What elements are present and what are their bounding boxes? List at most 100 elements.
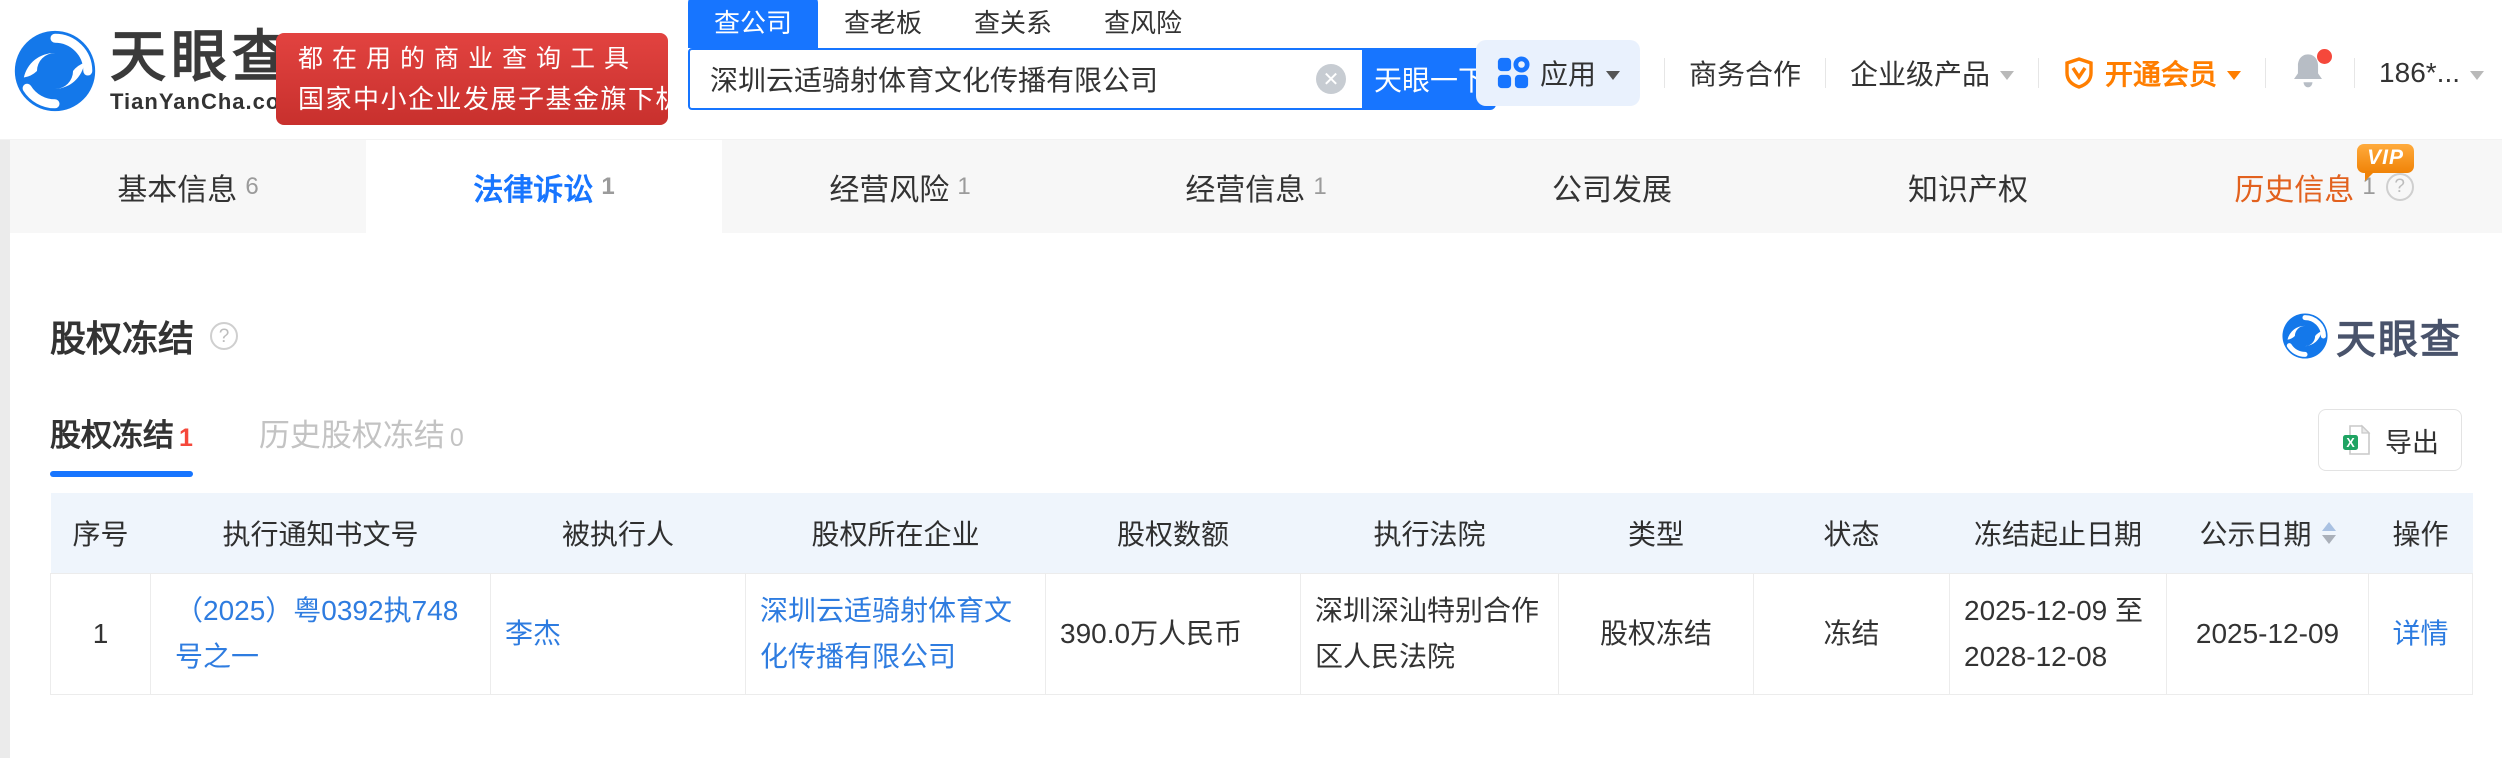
chevron-down-icon [1606,71,1620,80]
tab-history-info[interactable]: VIP 历史信息 1 ? [2146,140,2502,233]
tab-label: 基本信息 [117,165,237,209]
slogan-line1: 都在用的商业查询工具 [298,39,646,79]
col-action: 操作 [2369,493,2473,573]
divider [2354,58,2355,88]
tab-label: 经营风险 [829,165,949,209]
search-tab-risk[interactable]: 查风险 [1078,0,1208,48]
tab-basic-info[interactable]: 基本信息 6 [10,140,366,233]
executee-link[interactable]: 李杰 [505,618,561,649]
company-link[interactable]: 深圳云适骑射体育文化传播有限公司 [760,595,1012,672]
watermark-text: 天眼查 [2336,307,2462,365]
col-court: 执行法院 [1301,493,1559,573]
tianyancha-logo[interactable]: 天眼查 TianYanCha.com [14,28,301,115]
search-tabs: 查公司 查老板 查关系 查风险 [688,4,1496,48]
slogan-line2: 国家中小企业发展子基金旗下机构 [298,79,646,119]
col-amount: 股权数额 [1046,493,1301,573]
notification-dot [2317,49,2332,64]
vip-badge: VIP [2357,144,2414,173]
search-box: ✕ 天眼一下 [688,48,1496,110]
col-company: 股权所在企业 [746,493,1046,573]
divider [1664,58,1665,88]
page-gutter [0,140,10,758]
cell-period: 2025-12-09 至 2028-12-08 [1950,573,2167,694]
cell-company: 深圳云适骑射体育文化传播有限公司 [746,573,1046,694]
notice-no-link[interactable]: （2025）粤0392执748号之一 [175,595,458,672]
export-label: 导出 [2385,421,2439,460]
logo-swirl-icon [14,30,96,112]
cell-publish-date: 2025-12-09 [2167,573,2369,694]
subtab-label: 历史股权冻结 [259,418,445,453]
search-tab-company[interactable]: 查公司 [688,0,818,48]
section-title: 股权冻结 [50,310,194,362]
export-button[interactable]: X 导出 [2318,409,2462,471]
cell-notice-no: （2025）粤0392执748号之一 [151,573,491,694]
tab-count: 6 [245,173,258,201]
tab-count: 1 [957,173,970,201]
col-index: 序号 [51,493,151,573]
enterprise-products-menu[interactable]: 企业级产品 [1850,53,2014,93]
search-tab-relation[interactable]: 查关系 [948,0,1078,48]
subtab-count: 0 [450,424,464,452]
tab-label: 经营信息 [1185,165,1305,209]
tab-label: 知识产权 [1908,165,2028,209]
cell-executee: 李杰 [491,573,746,694]
logo-text: 天眼查 TianYanCha.com [110,28,301,115]
col-notice-no: 执行通知书文号 [151,493,491,573]
divider [1825,58,1826,88]
company-tabbar: 基本信息 6 法律诉讼 1 经营风险 1 经营信息 1 公司发展 知识产权 VI… [10,140,2502,233]
subtab-label: 股权冻结 [50,418,174,453]
chevron-down-icon [2227,71,2241,80]
section-toolbar: 股权冻结1 历史股权冻结0 X 导出 [50,409,2462,477]
search-input[interactable] [690,63,1316,95]
tab-count: 1 [601,173,614,201]
logo-brand: 天眼查 [110,28,301,87]
search-input-wrap: ✕ [688,48,1364,110]
cell-status: 冻结 [1754,573,1950,694]
open-member-label: 开通会员 [2105,53,2217,93]
site-header: 天眼查 TianYanCha.com 都在用的商业查询工具 国家中小企业发展子基… [0,0,2502,140]
tab-business-info[interactable]: 经营信息 1 [1078,140,1434,233]
col-publish-date-label: 公示日期 [2199,513,2311,553]
section-header: 股权冻结 ? 天眼查 [50,233,2462,365]
tab-label: 历史信息 [2234,165,2354,209]
cell-court: 深圳深汕特别合作区人民法院 [1301,573,1559,694]
tab-company-development[interactable]: 公司发展 [1434,140,1790,233]
tab-count: 1 [1313,173,1326,201]
col-status: 状态 [1754,493,1950,573]
cell-amount: 390.0万人民币 [1046,573,1301,694]
notifications-button[interactable] [2290,51,2330,95]
subtab-count: 1 [179,424,193,452]
account-phone: 186*... [2379,57,2460,89]
apps-button[interactable]: 应用 [1476,40,1640,106]
account-menu[interactable]: 186*... [2379,57,2484,89]
table-row: 1 （2025）粤0392执748号之一 李杰 深圳云适骑射体育文化传播有限公司… [51,573,2473,694]
open-member-menu[interactable]: 开通会员 [2063,53,2241,93]
cell-action: 详情 [2369,573,2473,694]
tab-operation-risk[interactable]: 经营风险 1 [722,140,1078,233]
help-icon[interactable]: ? [2386,173,2414,201]
clear-search-icon[interactable]: ✕ [1316,64,1346,94]
detail-link[interactable]: 详情 [2392,618,2448,649]
col-type: 类型 [1559,493,1754,573]
col-period: 冻结起止日期 [1950,493,2167,573]
help-icon[interactable]: ? [210,322,238,350]
business-coop-link[interactable]: 商务合作 [1689,53,1801,93]
search-tab-boss[interactable]: 查老板 [818,0,948,48]
sort-icon[interactable] [2322,522,2336,544]
subtab-history-equity-freeze[interactable]: 历史股权冻结0 [259,410,464,477]
col-publish-date: 公示日期 [2167,493,2369,573]
cell-type: 股权冻结 [1559,573,1754,694]
search-area: 查公司 查老板 查关系 查风险 ✕ 天眼一下 [688,4,1496,110]
tab-label: 法律诉讼 [473,165,593,209]
app-grid-icon [1496,56,1530,90]
table-header-row: 序号 执行通知书文号 被执行人 股权所在企业 股权数额 执行法院 类型 状态 冻… [51,493,2473,573]
tab-intellectual-property[interactable]: 知识产权 [1790,140,2146,233]
enterprise-products-label: 企业级产品 [1850,53,1990,93]
equity-freeze-card: 股权冻结 ? 天眼查 股权冻结1 历史股权冻结0 [10,233,2502,758]
svg-text:X: X [2346,436,2355,450]
tianyancha-page: 天眼查 TianYanCha.com 都在用的商业查询工具 国家中小企业发展子基… [0,0,2502,758]
equity-freeze-table: 序号 执行通知书文号 被执行人 股权所在企业 股权数额 执行法院 类型 状态 冻… [50,493,2473,695]
section-title-row: 股权冻结 ? [50,310,238,362]
tab-legal-proceedings[interactable]: 法律诉讼 1 [366,140,722,233]
subtab-equity-freeze[interactable]: 股权冻结1 [50,410,193,477]
